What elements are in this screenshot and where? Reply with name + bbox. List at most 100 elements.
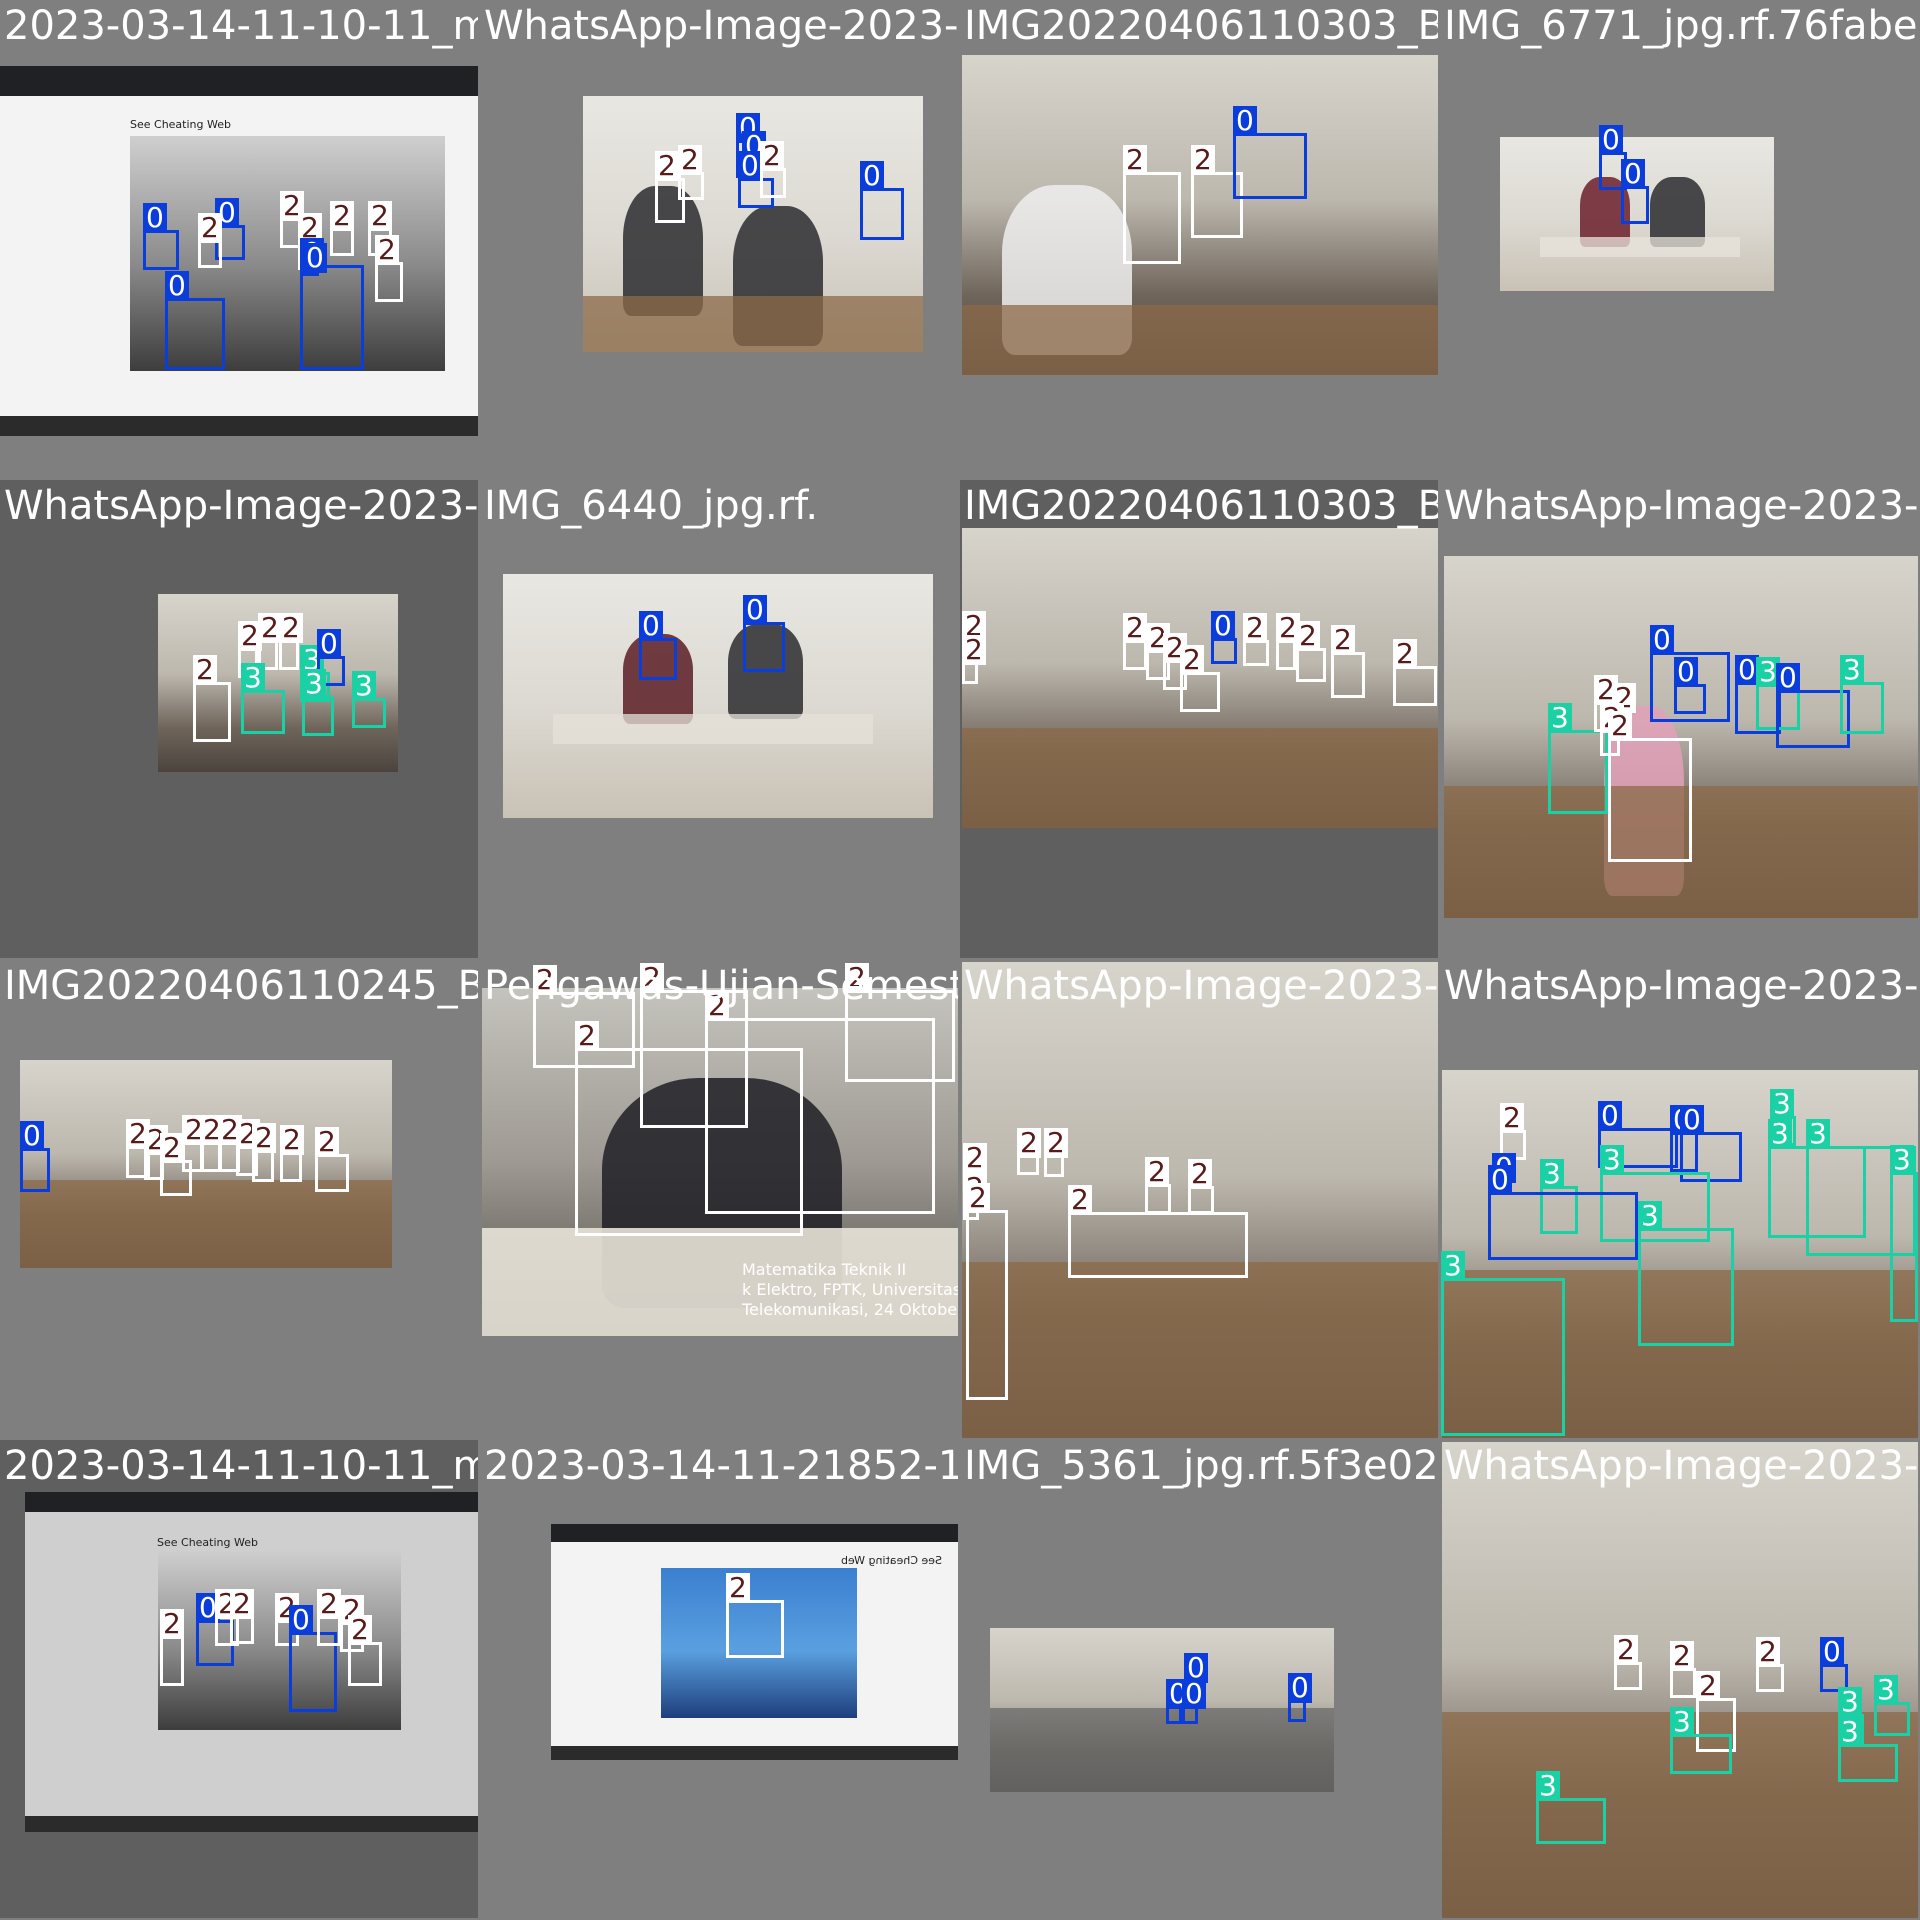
browser-bar [0, 66, 478, 96]
bbox-class-2: 2 [575, 1021, 803, 1236]
bbox-class-2: 2 [1614, 1635, 1642, 1690]
tile-7: IMG20220406110303_BURST002_jpg.rf.14298 … [960, 480, 1438, 958]
bbox-class-2: 2 [375, 235, 403, 302]
tile-13: 2023-03-14-11-10-11_mp4-130_jpg.rf.25121… [0, 1440, 478, 1918]
bbox-class-0: 0 [860, 161, 904, 240]
bbox-class-2: 2 [1756, 1637, 1784, 1692]
bbox-class-0: 0 [743, 595, 785, 672]
tile-title: WhatsApp-Image-2023-03-08-at-4-47-01-AM-… [4, 483, 478, 529]
tile-3: IMG20220406110303_BURST000 2 2 0 [960, 0, 1438, 478]
bbox-class-2: 2 [760, 141, 786, 198]
bbox-class-2: 2 [1123, 613, 1147, 670]
tile-title: WhatsApp-Image-2023-03-0 [1444, 1443, 1918, 1489]
tile-title: WhatsApp-Image-2023-03-08-at-2-42-09-AM-… [484, 3, 958, 49]
bbox-class-0: 0 [20, 1121, 50, 1192]
bbox-class-3: 3 [1874, 1675, 1910, 1736]
bbox-class-0: 0 [143, 203, 179, 270]
tile-title: 2023-03-14-11-10-11_mp4-130_jpg.rf.25121… [4, 1443, 478, 1489]
bbox-class-2: 2 [348, 1615, 382, 1686]
bbox-class-3: 3 [1670, 1707, 1732, 1774]
tile-15: IMG_5361_jpg.rf.5f3e024dd027b23290a3573c… [960, 1440, 1438, 1918]
bbox-class-2: 2 [1123, 145, 1181, 264]
tile-10: Pengawas-Ujian-Semester-Ganjil-2022 Mate… [480, 960, 958, 1438]
bbox-class-2: 2 [678, 145, 704, 200]
bbox-class-2: 2 [1393, 639, 1437, 706]
bbox-class-2: 2 [160, 1609, 184, 1686]
bbox-class-3: 3 [1536, 1771, 1606, 1844]
tile-9: IMG20220406110245_BURST002_jpg.rf.8fe7 0… [0, 960, 478, 1438]
bbox-class-2: 2 [317, 1589, 341, 1646]
bbox-class-2: 2 [1044, 1128, 1068, 1177]
bbox-class-2: 2 [1331, 625, 1365, 698]
bbox-class-2: 2 [198, 213, 222, 268]
bbox-class-3: 3 [1441, 1251, 1565, 1436]
tile-photo [990, 1628, 1334, 1792]
bbox-class-0: 0 [1233, 106, 1307, 199]
bbox-class-0: 0 [1488, 1165, 1638, 1260]
taskbar [0, 416, 478, 436]
bbox-class-2: 2 [1188, 1159, 1214, 1214]
bbox-class-0: 0 [300, 238, 364, 370]
bbox-class-2: 2 [1670, 1641, 1696, 1698]
detection-mosaic: 2023-03-14-11-10-11_mp4-237_jpg.rf.60199… [0, 0, 1920, 1920]
tile-5: WhatsApp-Image-2023-03-08-at-4-47-01-AM-… [0, 480, 478, 958]
tile-title: 2023-03-14-11-21852-12_mp4-172_jpg.rf.5f… [484, 1443, 958, 1489]
bbox-class-3: 3 [1638, 1201, 1734, 1346]
bbox-class-0: 0 [639, 611, 677, 680]
bbox-class-0: 0 [1674, 657, 1706, 714]
browser-bar [25, 1492, 478, 1512]
bbox-class-2: 2 [1180, 645, 1220, 712]
caption-overlay: Matematika Teknik II k Elektro, FPTK, Un… [742, 1260, 958, 1319]
bbox-class-2: 2 [1243, 613, 1269, 666]
bbox-class-0: 0 [1288, 1673, 1312, 1722]
taskbar [25, 1816, 478, 1832]
bbox-class-0: 0 [1166, 1679, 1190, 1724]
tile-title: Pengawas-Ujian-Semester-Ganjil-2022 [484, 963, 958, 1009]
bbox-class-3: 3 [302, 669, 334, 736]
bbox-class-2: 2 [1608, 711, 1692, 862]
tile-16: WhatsApp-Image-2023-03-0 2 2 2 2 0 3 3 3… [1440, 1440, 1918, 1918]
bbox-class-0: 0 [303, 243, 327, 276]
tile-8: WhatsApp-Image-2023-03-0 3 2 2 2 2 0 0 0… [1440, 480, 1918, 958]
bbox-class-2: 2 [230, 1589, 254, 1644]
bbox-class-3: 3 [1548, 703, 1608, 814]
tile-title: 2023-03-14-11-10-11_mp4-237_jpg.rf.60199 [4, 3, 478, 49]
bbox-class-2: 2 [1017, 1128, 1041, 1175]
bbox-class-3: 3 [1838, 1717, 1898, 1782]
tile-2: WhatsApp-Image-2023-03-08-at-2-42-09-AM-… [480, 0, 958, 478]
tile-1: 2023-03-14-11-10-11_mp4-237_jpg.rf.60199… [0, 0, 478, 478]
bbox-class-3: 3 [1840, 655, 1884, 734]
bbox-class-0: 0 [1621, 159, 1649, 224]
web-page-title: See Cheating Web [841, 1554, 942, 1567]
tile-6: IMG_6440_jpg.rf. 0 0 [480, 480, 958, 958]
tile-photo [503, 574, 933, 818]
tile-title: IMG20220406110303_BURST000 [964, 3, 1438, 49]
bbox-class-0: 0 [1776, 663, 1850, 748]
bbox-class-3: 3 [352, 671, 386, 728]
bbox-class-2: 2 [315, 1127, 349, 1192]
bbox-class-2: 2 [962, 635, 986, 684]
tile-12: WhatsApp-Image-2023-03-0 2 0 0 0 0 3 3 0… [1440, 960, 1918, 1438]
bbox-class-2: 2 [966, 1183, 1008, 1400]
bbox-class-3: 3 [241, 663, 285, 734]
tile-title: IMG_5361_jpg.rf.5f3e024dd027b23290a3573c… [964, 1443, 1438, 1489]
web-page-title: See Cheating Web [157, 1536, 258, 1549]
tile-11: WhatsApp-Image-2023-03-08-at-4-46-42-AM … [960, 960, 1438, 1438]
bbox-class-2: 2 [279, 613, 303, 670]
bbox-class-2: 2 [330, 201, 354, 256]
tile-title: WhatsApp-Image-2023-03-0 [1444, 963, 1918, 1009]
tile-title: IMG20220406110303_BURST002_jpg.rf.14298 [964, 483, 1438, 529]
tile-4: IMG_6771_jpg.rf.76fabec67 0 0 [1440, 0, 1918, 478]
bbox-class-3: 3 [1890, 1145, 1918, 1322]
tile-title: WhatsApp-Image-2023-03-0 [1444, 483, 1918, 529]
web-page-title: See Cheating Web [130, 118, 231, 131]
bbox-class-2: 2 [1145, 1157, 1171, 1214]
bbox-class-2: 2 [1068, 1185, 1248, 1278]
bbox-class-2: 2 [280, 1125, 304, 1182]
bbox-class-2: 2 [1276, 613, 1300, 670]
tile-title: IMG20220406110245_BURST002_jpg.rf.8fe7 [4, 963, 478, 1009]
tile-photo: See Cheating Web [25, 1492, 478, 1832]
bbox-class-0: 0 [1182, 1679, 1206, 1724]
bbox-class-2: 2 [726, 1573, 784, 1658]
bbox-class-2: 2 [1296, 621, 1326, 682]
